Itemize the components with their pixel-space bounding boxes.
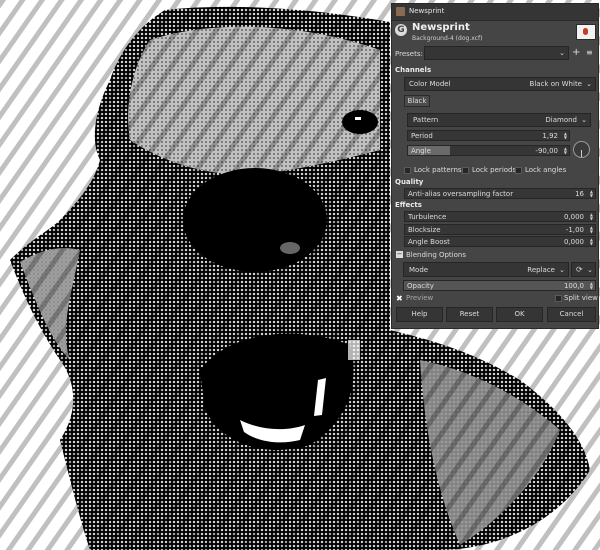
period-spinscale[interactable]: Period 1,92 ▲ ▼ xyxy=(407,130,570,141)
dog-nose xyxy=(183,168,327,272)
chevron-down-icon: ⌄ xyxy=(559,266,565,274)
reset-button[interactable]: Reset xyxy=(446,307,493,322)
effects-heading: Effects xyxy=(395,201,422,209)
dialog-titlebar[interactable]: Newsprint xyxy=(392,4,598,21)
lock-angles-checkbox[interactable] xyxy=(515,167,522,174)
window-title: Newsprint xyxy=(409,7,445,15)
blocksize-spinscale[interactable]: Blocksize -1,00 ▲ ▼ xyxy=(404,224,596,235)
tab-black[interactable]: Black xyxy=(404,95,430,107)
spin-arrows-icon[interactable]: ▲ ▼ xyxy=(590,213,593,221)
spin-arrows-icon[interactable]: ▲ ▼ xyxy=(564,132,567,140)
help-button[interactable]: Help xyxy=(396,307,443,322)
lock-periods-label: Lock periods xyxy=(472,166,517,174)
color-model-combo[interactable]: Color Model Black on White ⌄ xyxy=(404,77,596,91)
split-view-checkbox[interactable] xyxy=(555,295,562,302)
quality-heading: Quality xyxy=(395,178,424,186)
add-preset-icon[interactable]: + xyxy=(572,47,580,58)
presets-combo[interactable]: ⌄ xyxy=(424,46,569,60)
ok-button[interactable]: OK xyxy=(496,307,543,322)
nose-highlight xyxy=(280,242,300,254)
chevron-down-icon: ⌄ xyxy=(587,266,593,274)
dog-right-eye xyxy=(342,110,378,134)
presets-label: Presets: xyxy=(395,50,423,58)
dialog-subtitle: Background-4 (dog.xcf) xyxy=(412,35,483,42)
split-view-label: Split view xyxy=(564,294,598,302)
angle-boost-spinscale[interactable]: Angle Boost 0,000 ▲ ▼ xyxy=(404,236,596,247)
antialias-spinscale[interactable]: Anti-alias oversampling factor 16 ▲ ▼ xyxy=(404,188,596,199)
angle-spinscale[interactable]: Angle -90,00 ▲ ▼ xyxy=(407,145,570,156)
preview-checkbox-icon[interactable]: ✖ xyxy=(396,294,403,303)
spin-arrows-icon[interactable]: ▲ ▼ xyxy=(590,190,593,198)
composite-icon: ⟳ xyxy=(576,265,583,274)
chevron-down-icon: ⌄ xyxy=(559,49,565,57)
spin-arrows-icon[interactable]: ▲ ▼ xyxy=(590,238,593,246)
angle-dial-icon[interactable] xyxy=(573,141,590,158)
chevron-down-icon: ⌄ xyxy=(581,116,587,124)
gegl-logo-icon: G xyxy=(395,24,407,36)
spin-arrows-icon[interactable]: ▲ ▼ xyxy=(564,147,567,155)
collapse-toggle-icon[interactable]: − xyxy=(396,251,403,258)
channels-heading: Channels xyxy=(395,66,432,74)
dialog-header: G Newsprint Background-4 (dog.xcf) xyxy=(392,21,598,47)
lock-patterns-label: Lock patterns xyxy=(414,166,462,174)
turbulence-spinscale[interactable]: Turbulence 0,000 ▲ ▼ xyxy=(404,211,596,222)
dialog-title: Newsprint xyxy=(412,22,470,33)
preset-menu-icon[interactable]: ≡ xyxy=(586,48,593,57)
lock-periods-checkbox[interactable] xyxy=(462,167,469,174)
image-thumbnail-icon xyxy=(576,24,596,40)
chevron-down-icon: ⌄ xyxy=(586,80,592,88)
lock-patterns-checkbox[interactable] xyxy=(404,167,411,174)
mode-combo[interactable]: Mode Replace ⌄ xyxy=(403,262,569,277)
preview-label: Preview xyxy=(406,294,434,302)
spin-arrows-icon[interactable]: ▲ ▼ xyxy=(590,226,593,234)
lock-angles-label: Lock angles xyxy=(525,166,567,174)
opacity-spinscale[interactable]: Opacity 100,0 ▲ ▼ xyxy=(403,280,596,291)
cancel-button[interactable]: Cancel xyxy=(547,307,596,322)
spin-arrows-icon[interactable]: ▲ ▼ xyxy=(590,282,593,290)
composite-mode-button[interactable]: ⟳ ⌄ xyxy=(571,262,596,277)
app-icon xyxy=(396,7,405,16)
blending-options-heading: Blending Options xyxy=(406,251,466,259)
pattern-combo[interactable]: Pattern Diamond ⌄ xyxy=(407,113,591,127)
